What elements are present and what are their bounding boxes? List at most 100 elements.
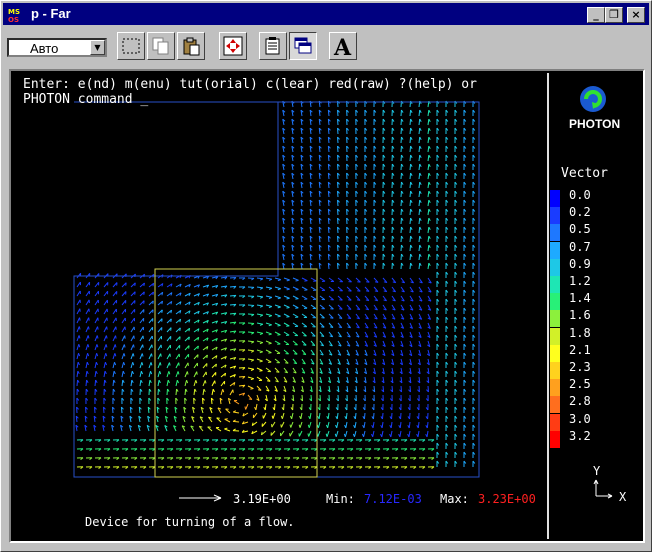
- flow-vector-head: [250, 388, 254, 390]
- flow-vector: [418, 163, 421, 171]
- restore-button[interactable]: ❐: [605, 7, 623, 23]
- flow-vector-head: [115, 335, 117, 339]
- window-icon: [294, 37, 312, 54]
- flow-vector-head: [428, 127, 431, 132]
- flow-vector-head: [286, 297, 290, 300]
- properties-button[interactable]: [259, 32, 287, 60]
- flow-vector-head: [311, 344, 316, 347]
- flow-vector: [85, 335, 89, 342]
- flow-vector: [229, 389, 234, 396]
- flow-vector: [427, 118, 430, 126]
- title-bar[interactable]: MS OS p - Far _ ❐ ×: [3, 3, 649, 25]
- flow-vector-head: [299, 415, 302, 420]
- flow-vector: [409, 172, 412, 180]
- flow-vector: [301, 313, 308, 318]
- flow-vector: [121, 317, 126, 324]
- flow-vector: [310, 286, 317, 291]
- flow-vector: [308, 421, 312, 428]
- flow-vector-head: [389, 433, 392, 438]
- command-prompt-line2[interactable]: PHOTON command _: [23, 92, 148, 107]
- flow-vector-head: [259, 370, 263, 372]
- flow-vector: [274, 349, 281, 354]
- flow-vector-head: [168, 371, 171, 375]
- flow-vector-head: [194, 388, 197, 392]
- flow-vector-head: [186, 380, 189, 384]
- flow-vector: [283, 277, 290, 281]
- flow-vector: [283, 286, 290, 290]
- flow-vector: [265, 277, 272, 280]
- flow-vector: [418, 253, 421, 261]
- flow-vector-head: [362, 424, 365, 429]
- flow-vector-head: [259, 296, 264, 299]
- flow-vector-head: [123, 344, 126, 348]
- vector-field: [75, 100, 476, 470]
- font-button[interactable]: A: [329, 32, 357, 60]
- flow-vector: [290, 421, 294, 428]
- flow-vector-head: [380, 424, 383, 429]
- flow-vector: [256, 331, 263, 334]
- flow-vector: [310, 295, 317, 300]
- flow-vector-head: [330, 317, 334, 319]
- flow-vector: [166, 380, 169, 387]
- paste-button[interactable]: [177, 32, 205, 60]
- legend-label: 0.9: [569, 256, 591, 271]
- flow-vector-head: [374, 281, 379, 283]
- legend-swatch: [550, 207, 560, 225]
- flow-vector: [344, 430, 348, 437]
- flow-vector: [381, 430, 384, 437]
- flow-vector-head: [312, 335, 316, 337]
- flow-vector: [121, 353, 125, 360]
- flow-vector: [232, 420, 240, 423]
- background-button[interactable]: [289, 32, 317, 60]
- legend-swatch: [550, 362, 560, 379]
- flow-vector-head: [151, 353, 153, 357]
- chevron-down-icon[interactable]: ▼: [90, 40, 105, 55]
- flow-vector-head: [286, 288, 290, 291]
- legend-label: 0.2: [569, 205, 591, 220]
- fullscreen-button[interactable]: [219, 32, 247, 60]
- flow-vector-head: [325, 433, 328, 437]
- flow-vector: [317, 421, 321, 428]
- flow-vector-head: [366, 281, 370, 283]
- flow-vector: [112, 371, 115, 378]
- flow-vector: [336, 412, 339, 420]
- flow-vector-head: [86, 361, 89, 366]
- legend-label: 2.5: [569, 377, 591, 392]
- copy-icon: [152, 37, 169, 55]
- flow-vector-head: [271, 415, 274, 419]
- flow-vector-head: [428, 208, 431, 213]
- flow-vector: [193, 362, 198, 369]
- flow-vector-head: [222, 389, 225, 393]
- flow-vector: [289, 430, 294, 437]
- flow-vector-head: [114, 344, 117, 348]
- flow-vector: [139, 371, 142, 378]
- minimize-button[interactable]: _: [587, 7, 605, 23]
- flow-vector: [166, 371, 170, 378]
- max-value: 3.23E+00: [478, 492, 536, 506]
- flow-vector: [409, 163, 412, 171]
- flow-vector: [328, 277, 335, 282]
- flow-vector: [121, 362, 125, 369]
- app-icon[interactable]: MS OS: [7, 6, 25, 24]
- flow-vector-head: [277, 324, 281, 327]
- flow-vector-head: [320, 335, 325, 338]
- flow-vector-head: [348, 299, 352, 301]
- flow-vector-head: [428, 145, 431, 150]
- flow-vector-head: [285, 362, 289, 364]
- flow-vector: [399, 421, 402, 429]
- flow-vector: [319, 277, 326, 282]
- font-size-select[interactable]: Авто ▼: [7, 38, 107, 57]
- flow-vector-head: [425, 433, 428, 438]
- flow-vector-head: [260, 278, 264, 281]
- mark-button[interactable]: [117, 32, 145, 60]
- flow-vector: [256, 349, 263, 353]
- flow-vector-head: [259, 342, 263, 345]
- flow-vector-head: [428, 118, 431, 123]
- copy-button[interactable]: [147, 32, 175, 60]
- flow-vector: [76, 290, 81, 297]
- flow-vector: [76, 326, 80, 333]
- close-button[interactable]: ×: [627, 7, 645, 23]
- restore-icon: ❐: [609, 8, 619, 21]
- flow-vector-head: [398, 433, 401, 438]
- flow-vector: [184, 388, 187, 396]
